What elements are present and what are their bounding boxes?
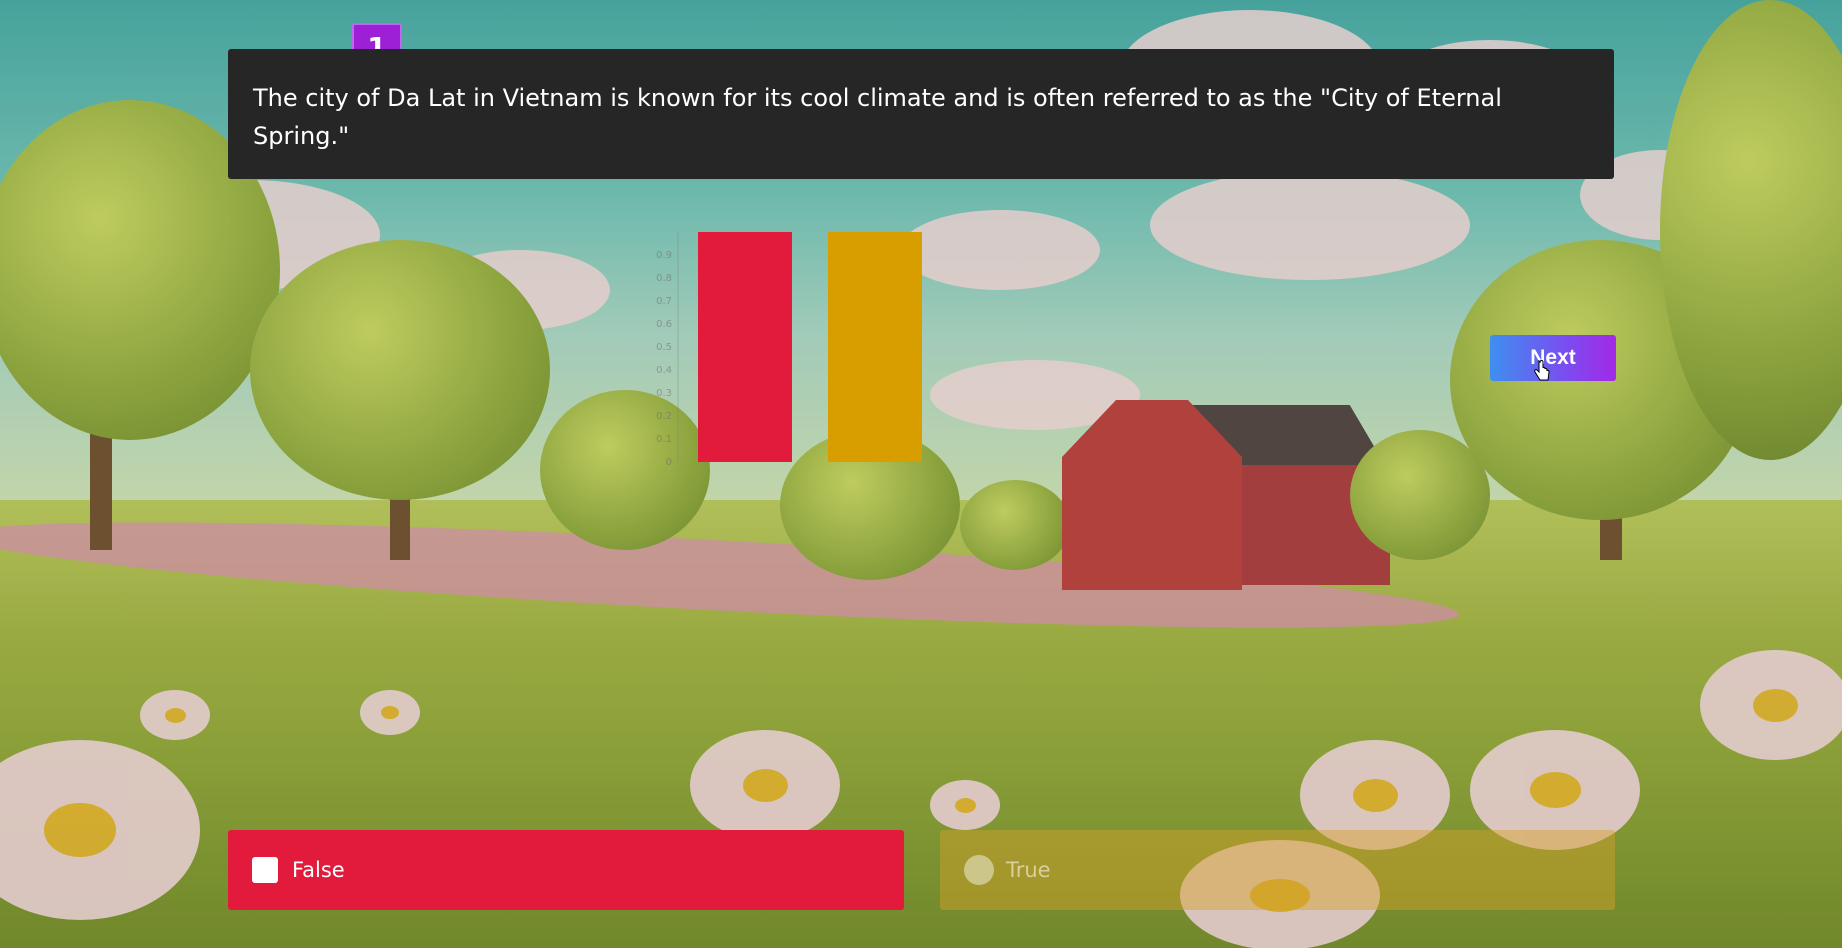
question-bar: The city of Da Lat in Vietnam is known f… (228, 49, 1614, 179)
y-tick-label: 0.7 (656, 296, 672, 307)
answer-true-label: True (1006, 858, 1051, 882)
next-button[interactable]: Next (1490, 335, 1616, 381)
hand-cursor-icon (1534, 360, 1550, 381)
answer-false[interactable]: False (228, 830, 904, 910)
circle-icon (964, 855, 994, 885)
square-icon (252, 857, 278, 883)
y-tick-label: 0 (666, 457, 672, 468)
answer-true[interactable]: True (940, 830, 1615, 910)
bar-false (698, 232, 792, 462)
y-tick-label: 0.5 (656, 342, 672, 353)
results-chart: 0 0.1 0.2 0.3 0.4 0.5 0.6 0.7 0.8 0.9 (640, 230, 940, 470)
y-tick-label: 0.6 (656, 319, 672, 330)
y-tick-label: 0.2 (656, 411, 672, 422)
answer-false-label: False (292, 858, 345, 882)
y-tick-label: 0.8 (656, 273, 672, 284)
y-tick-label: 0.3 (656, 388, 672, 399)
question-text: The city of Da Lat in Vietnam is known f… (253, 84, 1502, 150)
y-tick-label: 0.9 (656, 250, 672, 261)
y-tick-label: 0.1 (656, 434, 672, 445)
bar-true (828, 232, 922, 462)
results-chart-svg: 0 0.1 0.2 0.3 0.4 0.5 0.6 0.7 0.8 0.9 (656, 232, 922, 468)
y-tick-label: 0.4 (656, 365, 672, 376)
